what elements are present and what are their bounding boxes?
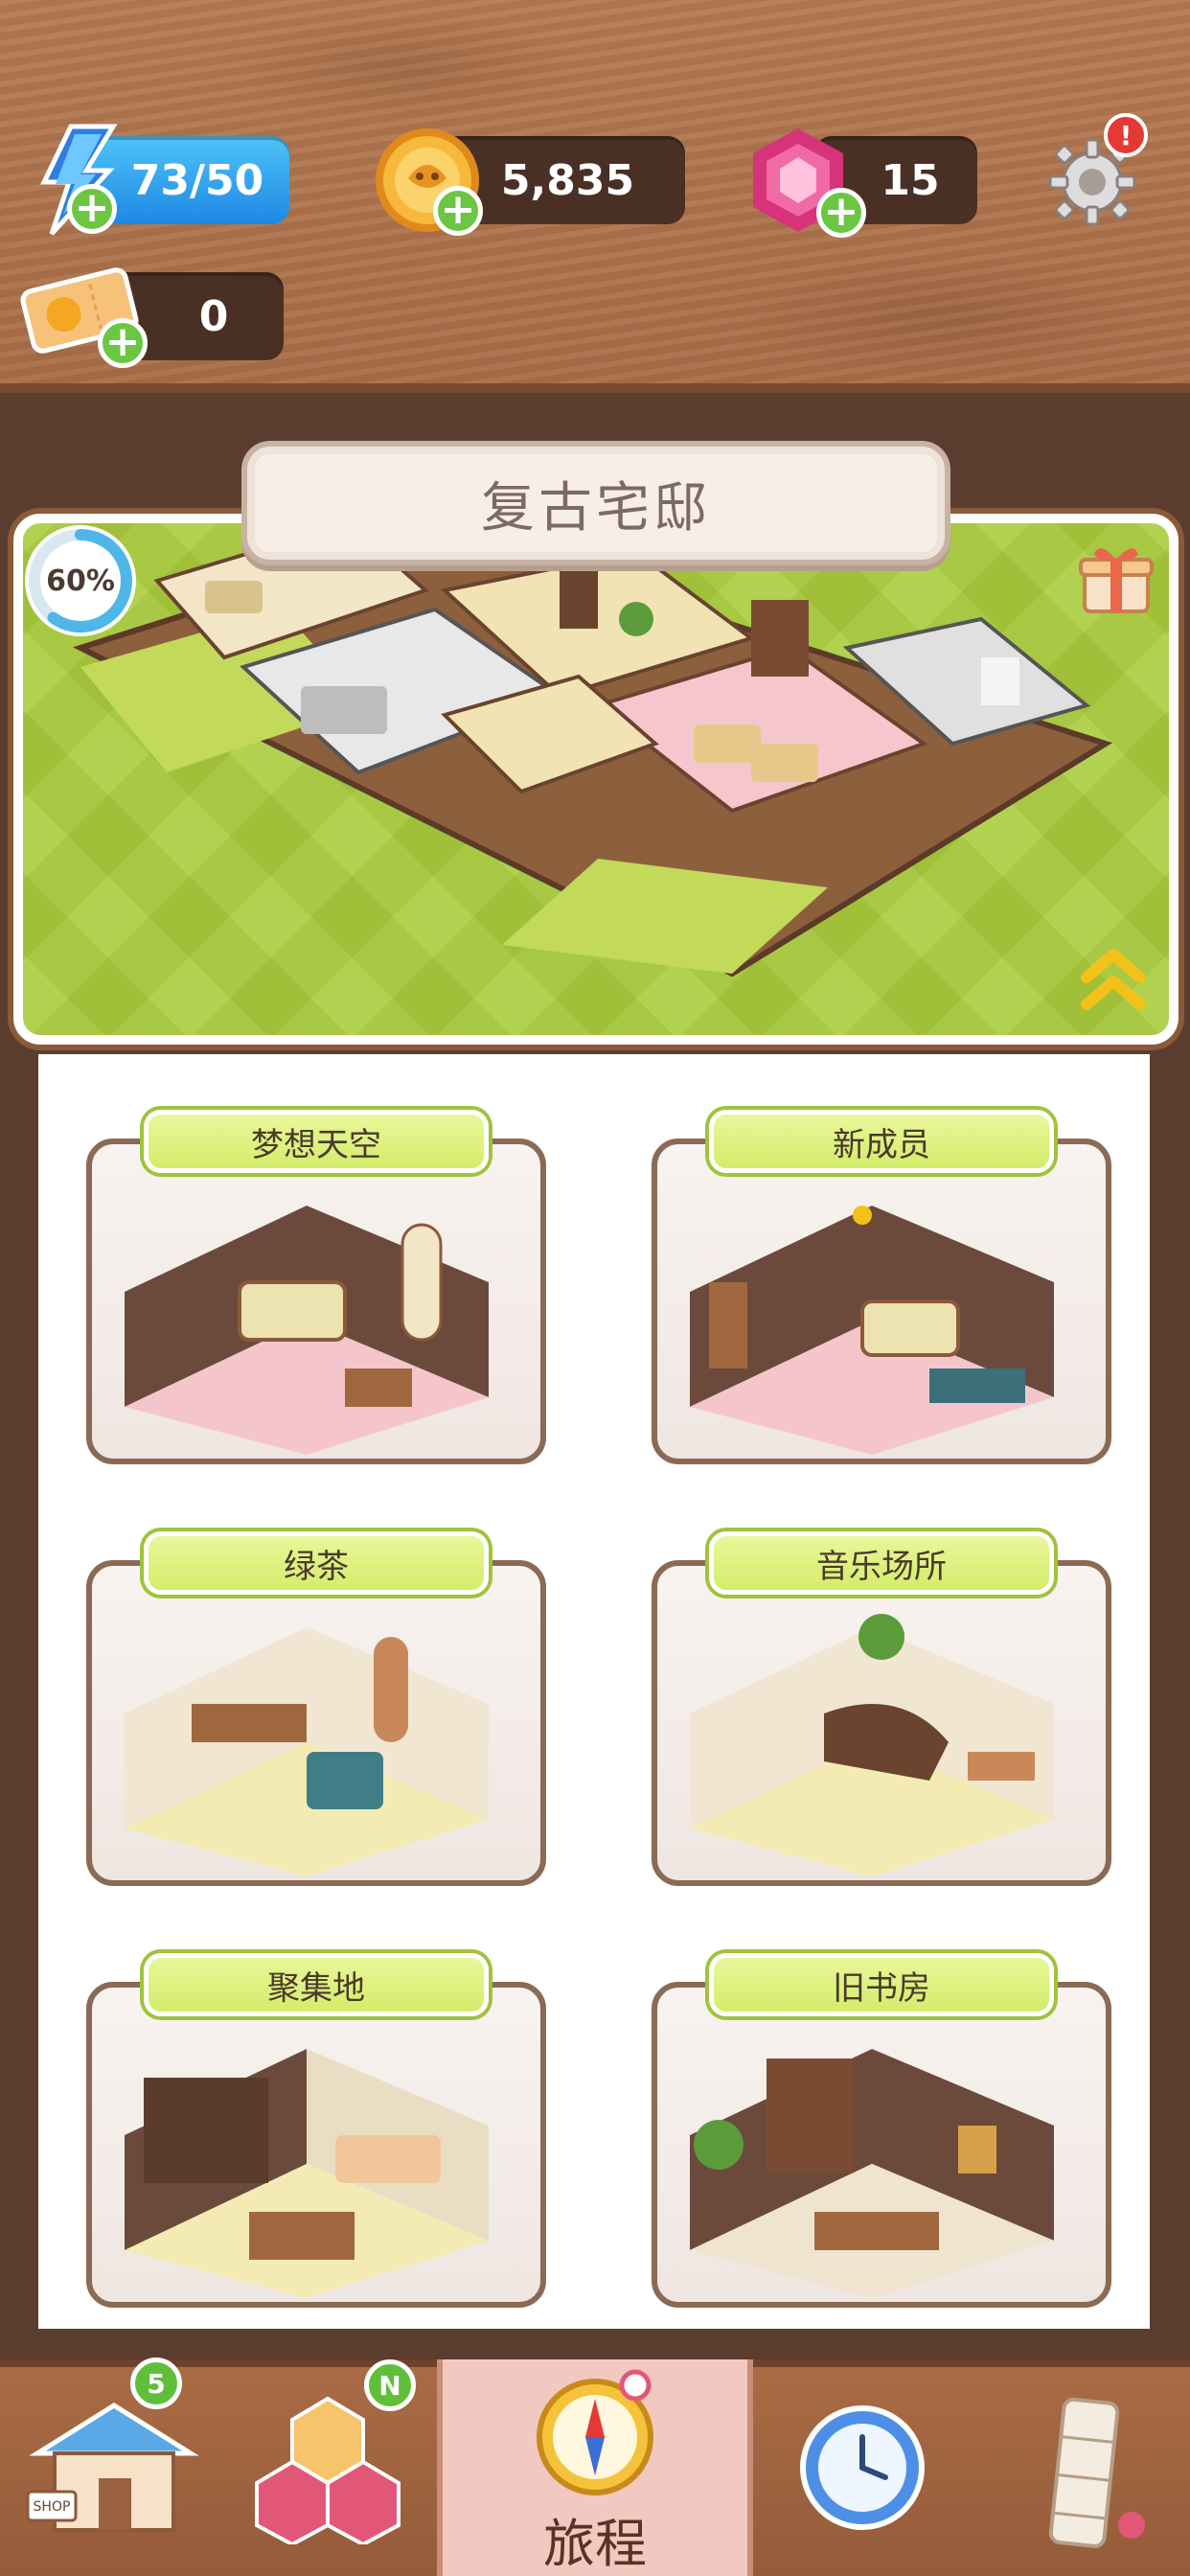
collection-badge: N	[364, 2359, 416, 2411]
room-illustration	[690, 2049, 1054, 2298]
tab-tower[interactable]	[972, 2359, 1190, 2576]
ticket-value: 0	[198, 291, 229, 341]
energy-value: 73/50	[130, 155, 264, 205]
coin-value: 5,835	[500, 155, 635, 205]
room-illustration	[690, 1614, 1054, 1876]
tab-journey[interactable]	[437, 2359, 753, 2503]
shop-badge: 5	[130, 2358, 182, 2409]
room-illustration	[125, 1627, 489, 1876]
room-illustration	[690, 1206, 1054, 1455]
room-illustration	[125, 1206, 489, 1455]
house-title: 复古宅邸	[481, 476, 711, 540]
room-label: 梦想天空	[144, 1110, 489, 1173]
room-label: 旧书房	[709, 1953, 1054, 2016]
tab-journey-label: 旅程	[543, 2514, 647, 2574]
add-coins-button[interactable]: +	[433, 186, 483, 236]
room-label: 音乐场所	[709, 1531, 1054, 1595]
room-label: 新成员	[709, 1110, 1054, 1173]
house-floorplan-illustration	[73, 523, 1113, 978]
tab-shop[interactable]: SHOP	[0, 2359, 218, 2576]
add-tickets-button[interactable]: +	[98, 318, 148, 368]
gem-value: 15	[881, 155, 940, 205]
room-illustration	[125, 2049, 489, 2298]
settings-alert-badge: !	[1104, 113, 1148, 157]
add-gems-button[interactable]: +	[816, 188, 866, 238]
house-overview-card[interactable]	[13, 514, 1179, 1045]
tab-events[interactable]	[753, 2359, 972, 2576]
add-energy-button[interactable]: +	[67, 184, 117, 234]
leaning-tower-icon	[1048, 2397, 1145, 2548]
gift-icon[interactable]	[1077, 539, 1156, 617]
house-title-banner: 复古宅邸	[247, 447, 945, 560]
chevron-up-icon[interactable]	[1077, 937, 1150, 1014]
room-label: 绿茶	[144, 1531, 489, 1595]
shop-icon: SHOP	[26, 2403, 199, 2532]
hexagon-rooms-icon	[255, 2396, 400, 2544]
progress-label: 60%	[46, 564, 115, 598]
compass-icon	[537, 2369, 653, 2496]
clock-icon	[800, 2405, 925, 2530]
room-label: 聚集地	[144, 1953, 489, 2016]
shop-sign-text: SHOP	[34, 2499, 71, 2515]
